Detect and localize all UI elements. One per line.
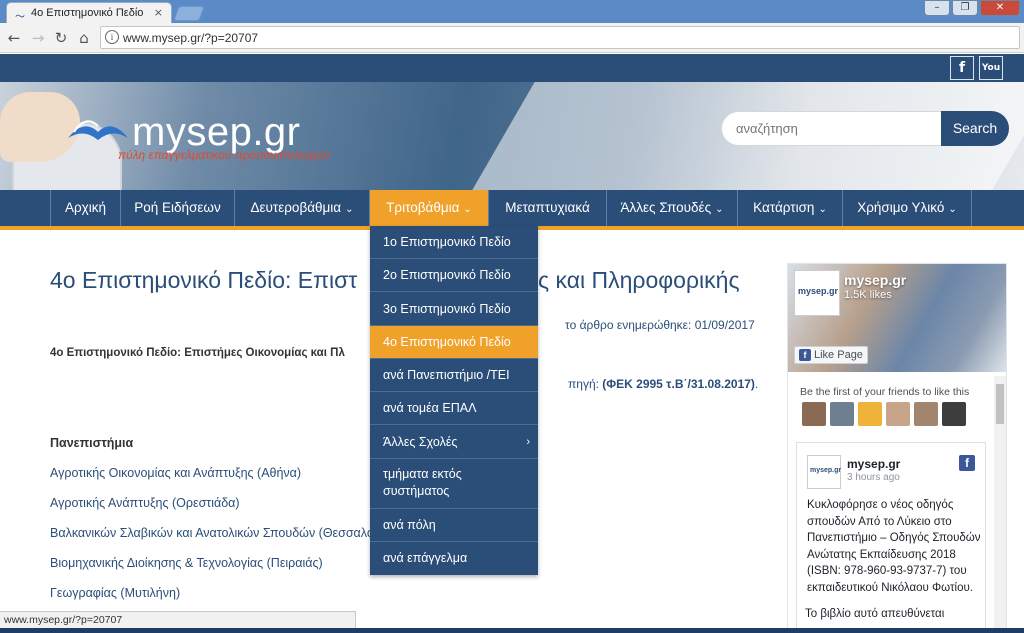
address-bar[interactable]: i www.mysep.gr/?p=20707 <box>100 26 1020 49</box>
friend-avatar[interactable] <box>914 402 938 426</box>
mysep-favicon-icon: 〜 <box>15 12 25 23</box>
facebook-post: mysep.gr mysep.gr 3 hours ago f Κυκλοφόρ… <box>796 442 986 632</box>
forward-arrow-icon[interactable]: → <box>28 28 48 48</box>
university-link[interactable]: Γεωγραφίας (Μυτιλήνη) <box>50 586 180 600</box>
window-controls: – ❐ ✕ <box>924 0 1020 16</box>
dropdown-item-by-epal-sector[interactable]: ανά τομέα ΕΠΑΛ <box>370 392 538 425</box>
university-link[interactable]: Αγροτικής Οικονομίας και Ανάπτυξης (Αθήν… <box>50 466 301 480</box>
browser-status-bar: www.mysep.gr/?p=20707 <box>0 611 356 628</box>
article-source: πηγή: (ΦΕΚ 2995 τ.Β΄/31.08.2017). <box>568 377 758 391</box>
chevron-down-icon: ⌄ <box>948 204 957 215</box>
reload-icon[interactable]: ↻ <box>51 28 71 48</box>
dropdown-item-field-4[interactable]: 4ο Επιστημονικό Πεδίο <box>370 326 538 359</box>
facebook-page-widget: mysep.gr mysep.gr 1.5K likes f Like Page … <box>787 263 1007 633</box>
dropdown-item-by-university[interactable]: ανά Πανεπιστήμιο /ΤΕΙ <box>370 359 538 392</box>
universities-heading: Πανεπιστήμια <box>50 436 134 450</box>
chevron-down-icon: ⌄ <box>715 204 724 215</box>
friend-avatar[interactable] <box>830 402 854 426</box>
nav-item-home[interactable]: Αρχική <box>50 190 120 226</box>
nav-item-useful-material[interactable]: Χρήσιμο Υλικό ⌄ <box>842 190 972 226</box>
university-link[interactable]: Βαλκανικών Σλαβικών και Ανατολικών Σπουδ… <box>50 526 374 540</box>
facebook-page-thumbnail[interactable]: mysep.gr <box>794 270 840 316</box>
search-button[interactable]: Search <box>941 111 1009 146</box>
site-top-strip <box>0 54 1024 82</box>
post-avatar[interactable]: mysep.gr <box>807 455 841 489</box>
friend-avatar[interactable] <box>858 402 882 426</box>
nav-item-postgraduate[interactable]: Μεταπτυχιακά <box>488 190 606 226</box>
article-title-right: ς και Πληροφορικής <box>538 267 740 293</box>
facebook-widget-scroll-thumb[interactable] <box>996 384 1004 424</box>
nav-label: Μεταπτυχιακά <box>505 200 590 215</box>
minimize-button[interactable]: – <box>924 0 950 16</box>
os-taskbar <box>0 628 1024 633</box>
nav-label: Αρχική <box>64 200 107 215</box>
nav-item-other-studies[interactable]: Άλλες Σπουδές ⌄ <box>606 190 737 226</box>
dropdown-label: Άλλες Σχολές <box>383 435 458 449</box>
like-button-label: Like Page <box>814 349 863 361</box>
source-suffix: . <box>754 377 759 391</box>
nav-item-news[interactable]: Ροή Ειδήσεων <box>120 190 234 226</box>
dropdown-item-by-city[interactable]: ανά πόλη <box>370 509 538 542</box>
facebook-friends-text: Be the first of your friends to like thi… <box>800 386 970 398</box>
chevron-down-icon: ⌄ <box>463 204 472 215</box>
chevron-down-icon: ⌄ <box>818 204 827 215</box>
close-window-button[interactable]: ✕ <box>980 0 1020 16</box>
chevron-right-icon: › <box>526 436 530 448</box>
article-title-left: 4ο Επιστημονικό Πεδίο: Επιστ <box>50 267 358 293</box>
facebook-page-name[interactable]: mysep.gr <box>844 272 906 288</box>
home-icon[interactable]: ⌂ <box>74 28 94 48</box>
info-icon[interactable]: i <box>105 30 119 44</box>
nav-label: Ροή Ειδήσεων <box>134 200 221 215</box>
facebook-logo-icon: f <box>799 349 811 361</box>
address-url: www.mysep.gr/?p=20707 <box>123 31 259 45</box>
tab-title: 4ο Επιστημονικό Πεδίο <box>31 7 144 19</box>
maximize-button[interactable]: ❐ <box>952 0 978 16</box>
browser-toolbar: ← → ↻ ⌂ i www.mysep.gr/?p=20707 <box>0 23 1024 53</box>
facebook-icon[interactable]: f <box>950 56 974 80</box>
dropdown-item-other-schools[interactable]: Άλλες Σχολές › <box>370 425 538 459</box>
nav-label: Τριτοβάθμια <box>386 200 460 215</box>
post-text-continued: Το βιβλίο αυτό απευθύνεται <box>805 608 945 620</box>
nav-label: Χρήσιμο Υλικό <box>857 200 945 215</box>
dropdown-item-out-of-system[interactable]: τμήματα εκτός συστήματος <box>370 459 538 509</box>
post-timestamp[interactable]: 3 hours ago <box>847 472 900 483</box>
article-updated-date: το άρθρο ενημερώθηκε: 01/09/2017 <box>565 318 755 332</box>
thumbnail-logo: mysep.gr <box>798 286 839 296</box>
search-input[interactable] <box>721 111 943 146</box>
dropdown-label: τμήματα εκτός <box>383 467 462 481</box>
friend-avatar[interactable] <box>802 402 826 426</box>
browser-tab[interactable]: 〜 4ο Επιστημονικό Πεδίο × <box>6 2 172 23</box>
friend-avatar[interactable] <box>942 402 966 426</box>
back-arrow-icon[interactable]: ← <box>4 28 24 48</box>
source-prefix: πηγή: <box>568 377 603 391</box>
dropdown-item-field-3[interactable]: 3ο Επιστημονικό Πεδίο <box>370 292 538 326</box>
university-link[interactable]: Βιομηχανικής Διοίκησης & Τεχνολογίας (Πε… <box>50 556 323 570</box>
nav-label: Άλλες Σπουδές <box>620 200 712 215</box>
nav-label: Δευτεροβάθμια <box>250 200 342 215</box>
friend-avatar[interactable] <box>886 402 910 426</box>
post-avatar-logo: mysep.gr <box>810 467 842 474</box>
article-subtitle: 4ο Επιστημονικό Πεδίο: Επιστήμες Οικονομ… <box>50 347 345 359</box>
university-link[interactable]: Αγροτικής Ανάπτυξης (Ορεστιάδα) <box>50 496 240 510</box>
tertiary-dropdown-menu: 1ο Επιστημονικό Πεδίο 2ο Επιστημονικό Πε… <box>370 226 538 575</box>
nav-item-tertiary[interactable]: Τριτοβάθμια ⌄ <box>369 190 488 226</box>
facebook-icon: f <box>959 455 975 471</box>
post-author[interactable]: mysep.gr <box>847 457 900 471</box>
site-tagline: πύλη επαγγελματικού προσανατολισμού <box>118 148 330 162</box>
youtube-icon[interactable]: You <box>979 56 1003 80</box>
source-reference[interactable]: (ΦΕΚ 2995 τ.Β΄/31.08.2017) <box>602 377 755 391</box>
dropdown-item-field-1[interactable]: 1ο Επιστημονικό Πεδίο <box>370 226 538 259</box>
dropdown-item-field-2[interactable]: 2ο Επιστημονικό Πεδίο <box>370 259 538 292</box>
tab-close-icon[interactable]: × <box>154 6 163 19</box>
nav-item-secondary[interactable]: Δευτεροβάθμια ⌄ <box>234 190 369 226</box>
nav-item-training[interactable]: Κατάρτιση ⌄ <box>737 190 842 226</box>
nav-label: Κατάρτιση <box>753 200 815 215</box>
facebook-like-button[interactable]: f Like Page <box>794 346 868 364</box>
dropdown-item-by-profession[interactable]: ανά επάγγελμα <box>370 542 538 575</box>
post-text: Κυκλοφόρησε ο νέος οδηγός σπουδών Από το… <box>807 499 981 594</box>
logo-book-icon <box>68 120 128 140</box>
dropdown-sublabel: συστήματος <box>383 484 450 498</box>
chevron-down-icon: ⌄ <box>345 204 354 215</box>
facebook-likes-count: 1.5K likes <box>844 289 892 301</box>
